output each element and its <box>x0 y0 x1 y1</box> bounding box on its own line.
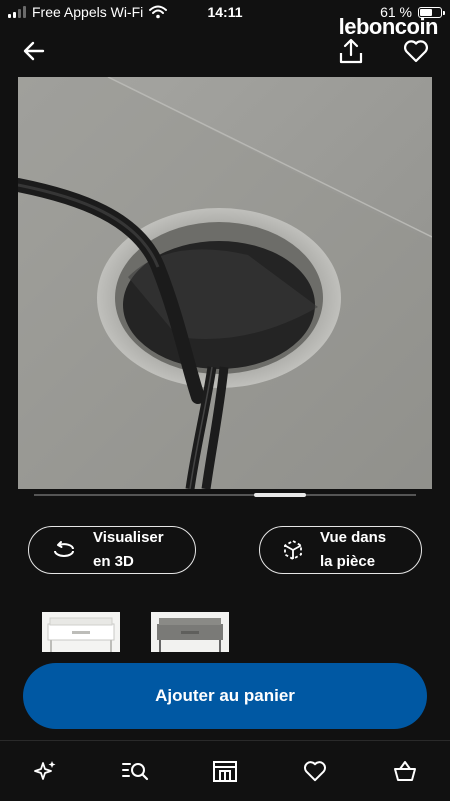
grey-desk-image <box>151 612 229 652</box>
variant-thumbnail-grey[interactable] <box>151 612 229 652</box>
status-bar: Free Appels Wi-Fi 14:11 61 % leboncoin <box>0 0 450 39</box>
tab-store[interactable] <box>211 757 239 785</box>
tab-basket[interactable] <box>391 757 419 785</box>
add-to-cart-button[interactable]: Ajouter au panier <box>23 663 427 729</box>
rotate-3d-icon <box>54 541 74 557</box>
view-in-room-label: Vue dans la pièce <box>320 529 387 570</box>
heart-icon <box>403 40 429 63</box>
store-icon <box>213 761 237 782</box>
basket-icon <box>394 761 416 781</box>
arrow-left-icon <box>23 41 45 61</box>
cable-hole-photo <box>18 77 432 489</box>
tab-inspiration[interactable] <box>31 757 59 785</box>
view-3d-button[interactable]: Visualiser en 3D <box>28 526 196 574</box>
search-list-icon <box>122 763 149 781</box>
pager-active-indicator <box>254 493 306 497</box>
leboncoin-logo: leboncoin <box>338 14 439 39</box>
back-button[interactable] <box>20 38 48 64</box>
view-3d-label: Visualiser en 3D <box>93 529 164 570</box>
add-to-cart-label: Ajouter au panier <box>155 686 295 705</box>
tab-search[interactable] <box>121 757 149 785</box>
image-pager[interactable] <box>34 493 416 497</box>
share-icon <box>339 38 363 64</box>
view-in-room-button[interactable]: Vue dans la pièce <box>259 526 422 574</box>
ar-cube-icon <box>284 539 302 561</box>
tab-favorites[interactable] <box>301 757 329 785</box>
favorite-button[interactable] <box>402 38 430 64</box>
variant-thumbnail-white[interactable] <box>42 612 120 652</box>
white-desk-image <box>42 612 120 652</box>
sparkle-icon <box>34 761 56 780</box>
heart-icon <box>303 761 327 782</box>
tab-bar <box>0 740 450 801</box>
product-image[interactable] <box>18 77 432 489</box>
share-button[interactable] <box>337 38 365 64</box>
